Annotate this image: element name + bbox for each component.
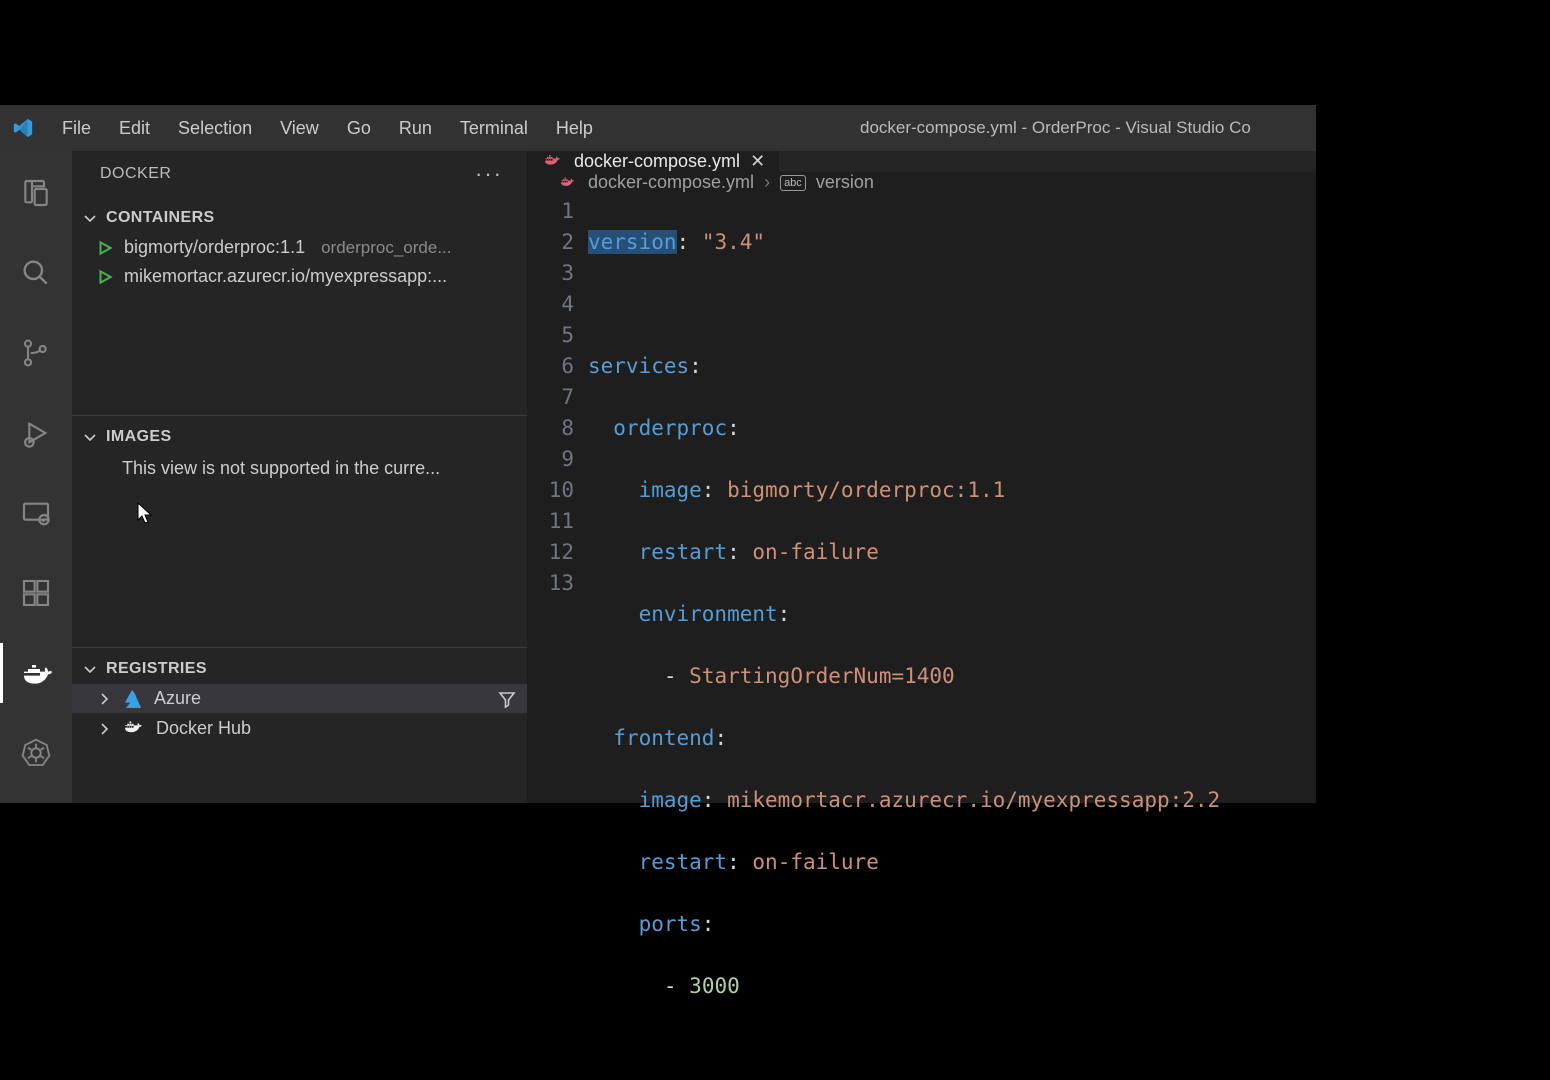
container-name: bigmorty/orderproc:1.1: [124, 237, 305, 258]
section-images: Images This view is not supported in the…: [72, 415, 527, 647]
tab-docker-compose[interactable]: docker-compose.yml ✕: [528, 151, 780, 172]
editor-area: docker-compose.yml ✕ docker-compose.yml …: [528, 151, 1316, 803]
menu-view[interactable]: View: [266, 114, 333, 143]
filter-icon[interactable]: [497, 689, 517, 709]
container-row[interactable]: mikemortacr.azurecr.io/myexpressapp:...: [72, 262, 527, 291]
menu-run[interactable]: Run: [385, 114, 446, 143]
breadcrumb-file[interactable]: docker-compose.yml: [588, 172, 754, 193]
menu-file[interactable]: File: [48, 114, 105, 143]
container-desc: orderproc_orde...: [321, 238, 451, 258]
tab-label: docker-compose.yml: [574, 151, 740, 172]
registry-label: Azure: [154, 688, 201, 709]
editor-tabs: docker-compose.yml ✕: [528, 151, 1316, 172]
registries-label: Registries: [106, 660, 207, 678]
menu-bar: File Edit Selection View Go Run Terminal…: [48, 114, 607, 143]
play-icon: [96, 268, 114, 286]
play-icon: [96, 239, 114, 257]
activity-debug[interactable]: [0, 403, 72, 463]
containers-header[interactable]: Containers: [72, 203, 527, 233]
images-unsupported-note: This view is not supported in the curre.…: [72, 452, 527, 483]
symbol-string-icon: abc: [780, 175, 806, 191]
sidebar-more-icon[interactable]: ···: [475, 161, 503, 187]
activity-kubernetes[interactable]: [0, 723, 72, 783]
chevron-right-icon: ›: [764, 172, 770, 193]
activity-bar: [0, 151, 72, 803]
close-icon[interactable]: ✕: [750, 151, 765, 172]
line-numbers: 12345678910111213: [528, 196, 588, 1064]
docker-whale-icon: [122, 717, 146, 740]
chevron-right-icon: [96, 721, 112, 737]
registries-header[interactable]: Registries: [72, 654, 527, 684]
vscode-logo-icon: [12, 117, 34, 139]
registry-label: Docker Hub: [156, 718, 251, 739]
activity-extensions[interactable]: [0, 563, 72, 623]
containers-label: Containers: [106, 209, 215, 227]
menu-edit[interactable]: Edit: [105, 114, 164, 143]
section-registries: Registries Azure Docker Hub: [72, 647, 527, 744]
activity-search[interactable]: [0, 243, 72, 303]
azure-icon: [122, 690, 144, 708]
registry-row-azure[interactable]: Azure: [72, 684, 527, 713]
registry-row-dockerhub[interactable]: Docker Hub: [72, 713, 527, 744]
activity-remote[interactable]: [0, 483, 72, 543]
title-bar: File Edit Selection View Go Run Terminal…: [0, 105, 1316, 151]
menu-terminal[interactable]: Terminal: [446, 114, 542, 143]
images-label: Images: [106, 428, 172, 446]
chevron-down-icon: [82, 429, 98, 445]
container-name: mikemortacr.azurecr.io/myexpressapp:...: [124, 266, 447, 287]
breadcrumb-symbol[interactable]: version: [816, 172, 874, 193]
code-editor[interactable]: 12345678910111213 version: "3.4" service…: [528, 194, 1316, 1064]
docker-whale-icon: [558, 172, 578, 193]
chevron-down-icon: [82, 210, 98, 226]
app-window: File Edit Selection View Go Run Terminal…: [0, 105, 1316, 803]
images-header[interactable]: Images: [72, 422, 527, 452]
container-row[interactable]: bigmorty/orderproc:1.1 orderproc_orde...: [72, 233, 527, 262]
activity-scm[interactable]: [0, 323, 72, 383]
activity-docker[interactable]: [0, 643, 72, 703]
menu-selection[interactable]: Selection: [164, 114, 266, 143]
section-containers: Containers bigmorty/orderproc:1.1 orderp…: [72, 197, 527, 415]
chevron-down-icon: [82, 661, 98, 677]
menu-help[interactable]: Help: [542, 114, 607, 143]
code-lines[interactable]: version: "3.4" services: orderproc: imag…: [588, 196, 1316, 1064]
chevron-right-icon: [96, 691, 112, 707]
docker-whale-icon: [542, 151, 564, 172]
menu-go[interactable]: Go: [333, 114, 385, 143]
activity-explorer[interactable]: [0, 163, 72, 223]
window-title: docker-compose.yml - OrderProc - Visual …: [860, 118, 1251, 138]
docker-sidebar: DOCKER ··· Containers bigmorty/orderproc…: [72, 151, 528, 803]
breadcrumbs[interactable]: docker-compose.yml › abc version: [528, 172, 1316, 194]
sidebar-title: DOCKER: [100, 165, 171, 183]
